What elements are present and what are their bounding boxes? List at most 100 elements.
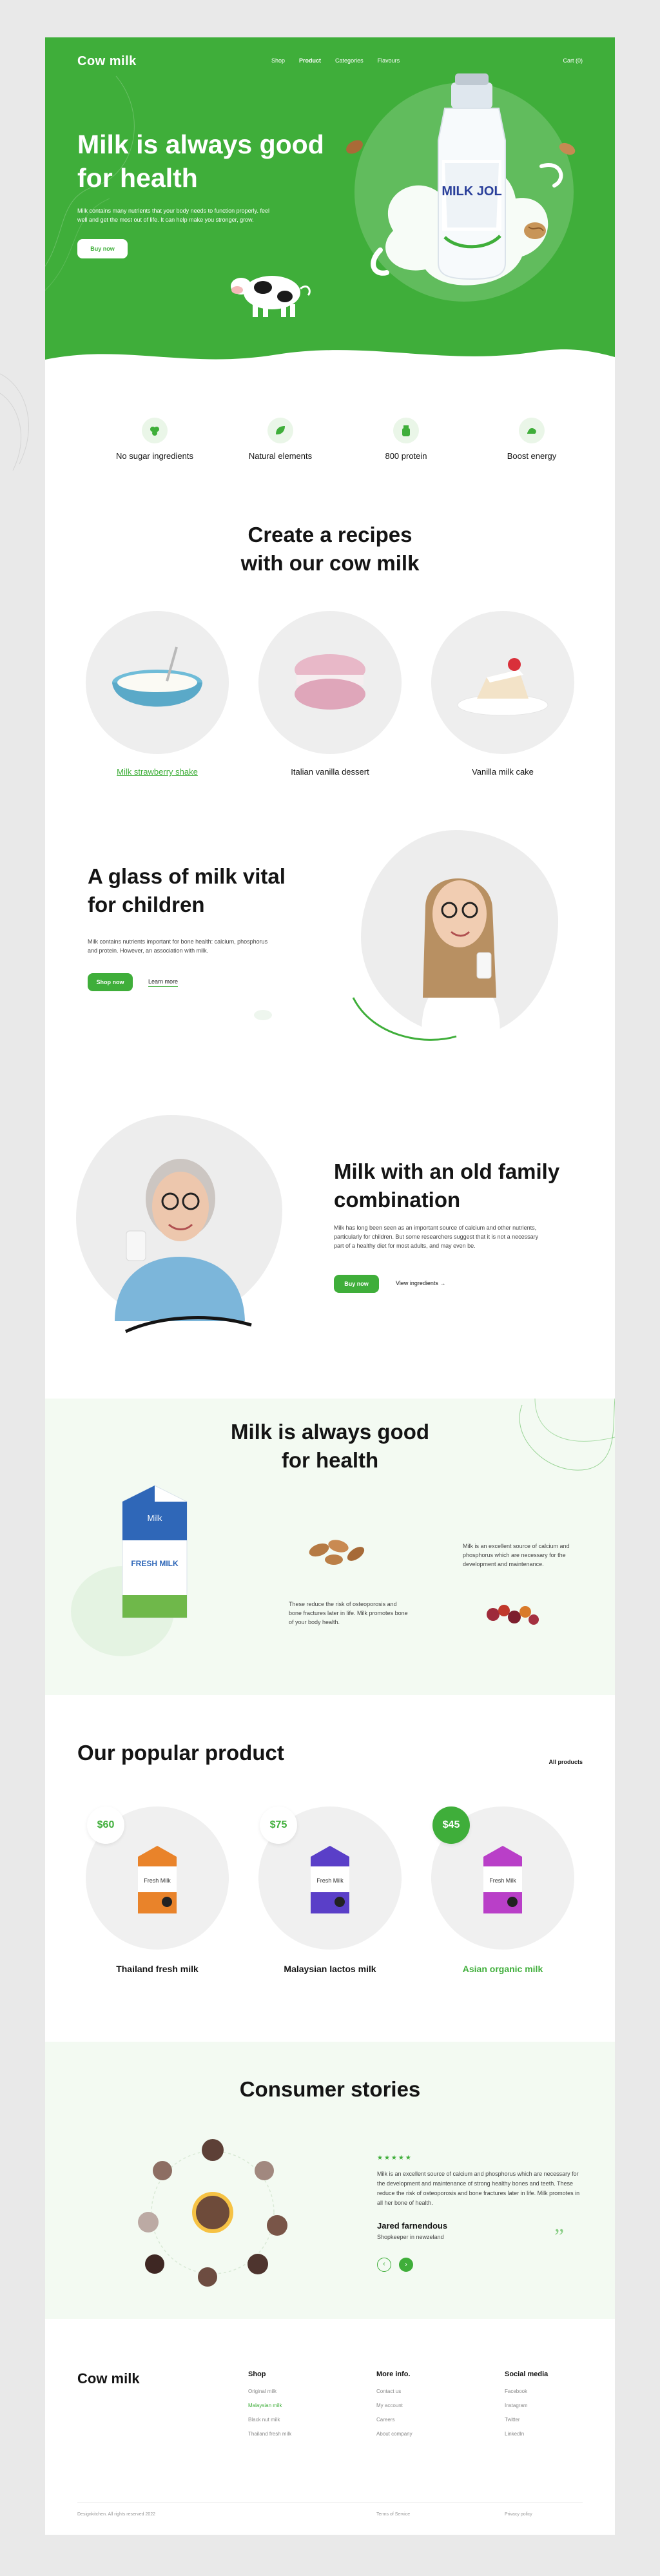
- all-products-link[interactable]: All products: [548, 1759, 583, 1765]
- logo[interactable]: Cow milk: [77, 54, 137, 69]
- bottle-label: MILK JOL: [442, 184, 501, 199]
- footer-link[interactable]: Careers: [376, 2417, 412, 2423]
- arrow-right-icon: →: [440, 1280, 446, 1286]
- footer-column-title: Shop: [248, 2370, 266, 2378]
- footer-column-title: Social media: [505, 2370, 548, 2378]
- price-badge: $60: [87, 1806, 124, 1844]
- stories-section: Consumer stories ★★★★★ Milk is an excell…: [45, 2042, 615, 2319]
- cow-illustration: [231, 276, 311, 317]
- recipe-label[interactable]: Italian vanilla dessert: [258, 767, 402, 777]
- milk-carton-illustration: Milk FRESH MILK: [122, 1485, 188, 1618]
- chevron-right-icon: ›: [405, 2261, 407, 2269]
- hero-title: Milk is always good for health: [77, 130, 324, 193]
- nav-shop[interactable]: Shop: [271, 57, 285, 64]
- prev-story-button[interactable]: ‹: [377, 2258, 391, 2272]
- milk-carton-icon: Fresh Milk: [311, 1846, 349, 1913]
- quote-mark-icon: ”: [554, 2225, 565, 2249]
- footer-link[interactable]: Contact us: [376, 2388, 412, 2394]
- shop-now-button[interactable]: Shop now: [88, 973, 133, 991]
- health-text-right: Milk is an excellent source of calcium a…: [463, 1543, 570, 1567]
- footer-link[interactable]: Twitter: [505, 2417, 548, 2423]
- features-row: No sugar ingredients Natural elements 80…: [45, 418, 615, 482]
- hero-wave-divider: [45, 349, 615, 373]
- children-description: Milk contains nutrients important for bo…: [88, 938, 268, 954]
- product-image: Fresh Milk $75: [258, 1806, 402, 1950]
- product-card[interactable]: Fresh Milk $75 Malaysian lactos milk: [258, 1806, 402, 1974]
- footer-link[interactable]: Black nut milk: [248, 2417, 291, 2423]
- page: Cow milk Shop Product Categories Flavour…: [45, 37, 615, 2535]
- learn-more-link[interactable]: Learn more: [148, 978, 179, 987]
- health-section: Milk is always good for health Milk FRES…: [45, 1399, 615, 1695]
- view-ingredients-label[interactable]: View ingredients: [396, 1280, 438, 1286]
- consumer-avatars-ring: [138, 2139, 287, 2287]
- feature-item: Boost energy: [480, 418, 583, 461]
- next-story-button[interactable]: ›: [399, 2258, 413, 2272]
- family-description: Milk has long been seen as an important …: [334, 1225, 539, 1249]
- recipe-card[interactable]: Italian vanilla dessert: [258, 611, 402, 777]
- decorative-dot: [254, 1010, 272, 1020]
- footer-column-title: More info.: [376, 2370, 411, 2378]
- rating-stars: ★★★★★: [377, 2155, 412, 2162]
- footer-link[interactable]: Original milk: [248, 2388, 291, 2394]
- cart-link[interactable]: Cart (0): [563, 57, 583, 64]
- buy-now-button[interactable]: Buy now: [77, 239, 128, 258]
- product-card[interactable]: Fresh Milk $45 Asian organic milk: [431, 1806, 574, 1974]
- leaf-icon: [267, 418, 293, 443]
- footer-link[interactable]: LinkedIn: [505, 2431, 548, 2437]
- view-ingredients-link[interactable]: View ingredients →: [396, 1280, 445, 1286]
- decorative-stroke: [352, 997, 457, 1041]
- nav-categories[interactable]: Categories: [335, 57, 364, 64]
- grandma-photo: [76, 1115, 282, 1321]
- nav-product[interactable]: Product: [299, 57, 321, 64]
- recipe-image: [258, 611, 402, 754]
- privacy-link[interactable]: Privacy policy: [505, 2512, 532, 2517]
- footer-link[interactable]: Thailand fresh milk: [248, 2431, 291, 2437]
- stories-title: Consumer stories: [239, 2077, 421, 2101]
- footer-link[interactable]: My account: [376, 2403, 412, 2408]
- footer-column-social: Social media Facebook Instagram Twitter …: [505, 2370, 548, 2445]
- milk-bottle-illustration: MILK JOL: [371, 73, 563, 286]
- feature-label: 800 protein: [385, 451, 427, 461]
- product-label[interactable]: Thailand fresh milk: [86, 1964, 229, 1974]
- recipe-card[interactable]: Vanilla milk cake: [431, 611, 574, 777]
- cake-slice-icon: [457, 658, 548, 716]
- feature-label: No sugar ingredients: [116, 451, 193, 461]
- nav-flavours[interactable]: Flavours: [378, 57, 400, 64]
- footer-column-shop: Shop Original milk Malaysian milk Black …: [248, 2370, 291, 2445]
- children-title: A glass of milk vital for children: [88, 864, 286, 916]
- carton-brand: Milk: [147, 1513, 162, 1523]
- family-title: Milk with an old family combination: [334, 1159, 560, 1212]
- recipe-card[interactable]: Milk strawberry shake: [86, 611, 229, 777]
- footer-link[interactable]: About company: [376, 2431, 412, 2437]
- story-author: Jared farnendous: [377, 2221, 448, 2231]
- terms-link[interactable]: Terms of Service: [376, 2512, 410, 2517]
- woman-with-milk-illustration: [115, 1159, 245, 1321]
- recipe-label[interactable]: Milk strawberry shake: [86, 767, 229, 777]
- product-label[interactable]: Malaysian lactos milk: [258, 1964, 402, 1974]
- product-card[interactable]: Fresh Milk $60 Thailand fresh milk: [86, 1806, 229, 1974]
- footer-logo[interactable]: Cow milk: [77, 2370, 140, 2387]
- carton-label: FRESH MILK: [131, 1559, 179, 1568]
- footer-link[interactable]: Malaysian milk: [248, 2403, 291, 2408]
- hero-description: Milk contains many nutrients that your b…: [77, 208, 269, 223]
- footer-link[interactable]: Instagram: [505, 2403, 548, 2408]
- product-image: Fresh Milk $45: [431, 1806, 574, 1950]
- footer-link[interactable]: Facebook: [505, 2388, 548, 2394]
- decorative-stroke: [124, 1316, 252, 1333]
- recipe-label[interactable]: Vanilla milk cake: [431, 767, 574, 777]
- feature-item: No sugar ingredients: [103, 418, 206, 461]
- recipes-title: Create a recipes with our cow milk: [240, 523, 420, 575]
- hero-section: Cow milk Shop Product Categories Flavour…: [45, 37, 615, 373]
- carton-label: Fresh Milk: [316, 1877, 344, 1884]
- health-text-left: These reduce the risk of osteoporosis an…: [289, 1601, 408, 1625]
- buy-now-button[interactable]: Buy now: [334, 1275, 379, 1293]
- price-badge: $45: [432, 1806, 470, 1844]
- almond-icon: [559, 142, 576, 155]
- product-label[interactable]: Asian organic milk: [431, 1964, 574, 1974]
- health-title: Milk is always good for health: [230, 1420, 430, 1472]
- macaron-icon: [295, 654, 365, 710]
- footer-column-more-info: More info. Contact us My account Careers…: [376, 2370, 412, 2445]
- footer-divider: [77, 2502, 583, 2503]
- copyright: Designkitchen. All rights reserved 2022: [77, 2512, 156, 2517]
- walnut-icon: [524, 222, 546, 239]
